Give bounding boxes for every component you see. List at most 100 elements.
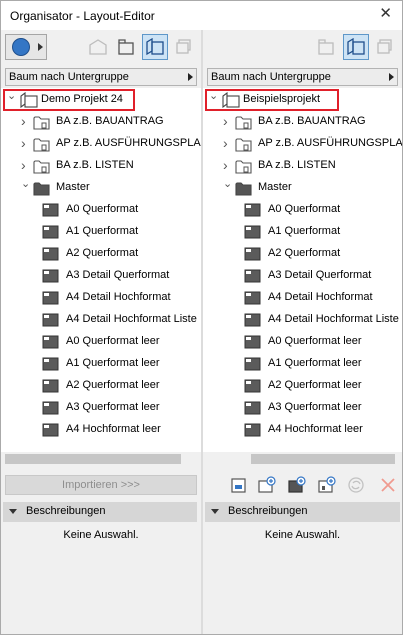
master-layout-icon [42,312,60,328]
tree-node-label: A1 Querformat [66,225,139,237]
chevron-right-icon[interactable]: › [21,158,31,172]
project-globe-icon [12,38,30,56]
project-book-icon [20,91,38,109]
chevron-right-icon[interactable]: › [21,136,31,150]
chevron-down-icon [211,509,219,514]
tree-node-label: A4 Detail Hochformat [268,291,373,303]
tree-node-label: A0 Querformat leer [268,335,362,347]
chevron-down-icon[interactable]: ⌄ [209,91,219,102]
master-layout-icon [244,246,262,262]
tree-layout-node[interactable]: A2 Querformat [1,243,201,265]
right-hscrollbar[interactable] [203,452,402,466]
tree-node-label: A4 Hochformat leer [66,423,161,435]
section-title: Beschreibungen [26,505,106,517]
master-layout-icon [244,224,262,240]
project-map-icon[interactable] [85,34,111,60]
tree-node-label: A3 Detail Querformat [66,269,170,281]
chevron-down-icon[interactable]: ⌄ [21,179,31,190]
master-folder-icon [235,180,253,196]
tree-master-node[interactable]: ⌄ Master [203,177,402,199]
tree-layout-node[interactable]: A0 Querformat leer [203,331,402,353]
close-icon[interactable]: ✕ [379,6,392,21]
tree-layout-node[interactable]: A4 Detail Hochformat [1,287,201,309]
tree-view-dropdown[interactable]: Baum nach Untergruppe [5,68,197,86]
tree-layout-node[interactable]: A2 Querformat leer [1,375,201,397]
chevron-down-icon[interactable]: ⌄ [7,91,17,102]
master-layout-icon [42,224,60,240]
master-layout-icon [42,378,60,394]
tree-node-label: Demo Projekt 24 [41,93,123,105]
new-master-icon[interactable] [287,475,307,495]
new-folder-icon[interactable] [317,475,337,495]
subset-folder-icon [235,136,253,152]
left-hscrollbar[interactable] [1,452,201,466]
view-map-icon[interactable] [313,34,339,60]
new-subset-icon[interactable] [257,475,277,495]
descriptions-section-header[interactable]: Beschreibungen [205,502,400,522]
tree-layout-node[interactable]: A4 Detail Hochformat [203,287,402,309]
publisher-icon[interactable] [171,34,197,60]
right-pane: Baum nach Untergruppe ⌄ Beispielsprojekt ›… [203,30,402,634]
tree-layout-node[interactable]: A1 Querformat [203,221,402,243]
chevron-right-icon[interactable]: › [223,114,233,128]
tree-group-node[interactable]: › BA z.B. BAUANTRAG [203,111,402,133]
tree-node-label: A3 Querformat leer [268,401,362,413]
tree-layout-node[interactable]: A3 Detail Querformat [203,265,402,287]
scroll-thumb[interactable] [5,454,181,464]
layout-book-icon[interactable] [142,34,168,60]
tree-node-label: A3 Querformat leer [66,401,160,413]
view-map-icon[interactable] [113,34,139,60]
new-layout-icon[interactable] [229,475,249,495]
tree-node-label: A0 Querformat leer [66,335,160,347]
tree-layout-node[interactable]: A0 Querformat leer [1,331,201,353]
master-layout-icon [244,202,262,218]
tree-layout-node[interactable]: A1 Querformat [1,221,201,243]
tree-node-label: A0 Querformat [268,203,341,215]
tree-view-dropdown[interactable]: Baum nach Untergruppe [207,68,398,86]
subset-folder-icon [235,158,253,174]
chevron-right-icon [389,73,394,81]
master-layout-icon [244,400,262,416]
delete-icon[interactable] [378,475,398,495]
tree-layout-node[interactable]: A4 Detail Hochformat Liste [203,309,402,331]
tree-group-node[interactable]: › AP z.B. AUSFÜHRUNGSPLANUNG [203,133,402,155]
tree-layout-node[interactable]: A2 Querformat leer [203,375,402,397]
tree-master-node[interactable]: ⌄ Master [1,177,201,199]
tree-group-node[interactable]: › BA z.B. LISTEN [203,155,402,177]
publisher-icon[interactable] [372,34,398,60]
descriptions-section-header[interactable]: Beschreibungen [3,502,197,522]
tree-layout-node[interactable]: A3 Detail Querformat [1,265,201,287]
tree-node-label: A1 Querformat leer [66,357,160,369]
tree-layout-node[interactable]: A4 Hochformat leer [203,419,402,441]
chevron-right-icon[interactable]: › [21,114,31,128]
master-layout-icon [244,356,262,372]
tree-layout-node[interactable]: A3 Querformat leer [203,397,402,419]
master-layout-icon [42,400,60,416]
tree-group-node[interactable]: › AP z.B. AUSFÜHRUNGSPLANUNG [1,133,201,155]
tree-root-node[interactable]: ⌄ Demo Projekt 24 [1,89,201,111]
tree-layout-node[interactable]: A2 Querformat [203,243,402,265]
tree-layout-node[interactable]: A0 Querformat [1,199,201,221]
chevron-right-icon[interactable]: › [223,136,233,150]
tree-layout-node[interactable]: A4 Hochformat leer [1,419,201,441]
tree-layout-node[interactable]: A1 Querformat leer [1,353,201,375]
tree-layout-node[interactable]: A3 Querformat leer [1,397,201,419]
subset-folder-icon [33,136,51,152]
project-selector-button[interactable] [5,34,47,60]
chevron-right-icon[interactable]: › [223,158,233,172]
scroll-thumb[interactable] [251,454,395,464]
refresh-icon[interactable] [346,475,366,495]
tree-layout-node[interactable]: A4 Detail Hochformat Liste [1,309,201,331]
layout-book-icon[interactable] [343,34,369,60]
chevron-right-icon [188,73,193,81]
subset-folder-icon [33,158,51,174]
tree-group-node[interactable]: › BA z.B. LISTEN [1,155,201,177]
chevron-down-icon[interactable]: ⌄ [223,179,233,190]
tree-layout-node[interactable]: A0 Querformat [203,199,402,221]
tree-group-node[interactable]: › BA z.B. BAUANTRAG [1,111,201,133]
tree-root-node[interactable]: ⌄ Beispielsprojekt [203,89,402,111]
tree-node-label: BA z.B. LISTEN [56,159,134,171]
import-button[interactable]: Importieren >>> [5,475,197,495]
tree-node-label: A2 Querformat [66,247,139,259]
tree-layout-node[interactable]: A1 Querformat leer [203,353,402,375]
